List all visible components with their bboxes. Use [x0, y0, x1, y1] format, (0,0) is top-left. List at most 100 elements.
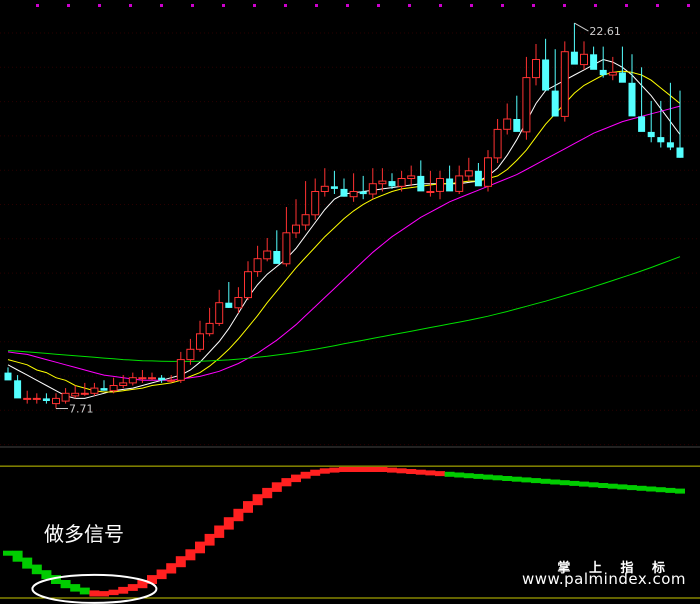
candle-body-up [426, 191, 435, 193]
candle-body-down [359, 191, 367, 195]
candle-body-down [551, 90, 559, 117]
indicator-bar [425, 470, 436, 476]
indicator-bar [319, 468, 330, 474]
top-dot [222, 4, 225, 7]
candle-body-down [657, 137, 665, 143]
candle-body-up [301, 214, 310, 226]
indicator-bar [223, 517, 234, 530]
indicator-bar [435, 471, 445, 477]
indicator-bar [118, 586, 129, 594]
indicator-bar [291, 474, 301, 483]
candle-body-down [388, 181, 396, 187]
candle-body-down [474, 170, 482, 187]
top-dot [377, 4, 380, 7]
candle-body-up [52, 397, 60, 405]
indicator-bar [444, 471, 455, 477]
indicator-bar [22, 557, 33, 569]
candle-body-up [397, 178, 406, 187]
candle-body-up [61, 392, 70, 402]
indicator-bar [348, 467, 359, 472]
candle-body-up [320, 185, 329, 193]
chart-background [0, 0, 700, 604]
top-dot [160, 4, 163, 7]
candle-body-up [503, 118, 512, 130]
indicator-bar [175, 556, 186, 568]
top-dot [253, 4, 256, 7]
candle-body-up [292, 224, 300, 234]
candle-body-up [119, 382, 128, 386]
indicator-bar [204, 533, 215, 546]
indicator-bar [627, 485, 637, 491]
candle-body-up [282, 232, 291, 265]
candle-body-up [378, 180, 387, 185]
candle-body-down [273, 251, 281, 264]
indicator-bar [31, 564, 42, 575]
top-dot [656, 4, 659, 7]
candle-body-down [225, 302, 233, 308]
candle-body-down [14, 380, 22, 399]
candle-body-up [196, 333, 204, 350]
candle-body-up [484, 157, 492, 187]
indicator-bar [89, 590, 100, 597]
indicator-bar [252, 494, 263, 506]
candle-body-up [234, 297, 243, 309]
indicator-bar [233, 508, 244, 522]
indicator-bar [339, 467, 349, 472]
indicator-bar [310, 469, 321, 476]
indicator-bar [521, 477, 532, 483]
top-dot [687, 4, 690, 7]
candle-body-up [167, 379, 176, 382]
indicator-bar [108, 589, 119, 596]
candle-body-down [446, 178, 454, 192]
candle-body-up [176, 359, 185, 381]
candle-body-up [493, 128, 502, 159]
candle-body-up [32, 397, 41, 400]
candle-body-up [244, 271, 252, 299]
indicator-bar [329, 467, 340, 473]
indicator-bar [377, 467, 388, 472]
indicator-bar [511, 476, 522, 482]
indicator-bar [166, 563, 177, 574]
candle-body-up [138, 377, 147, 380]
stock-chart: 22.61 7.71 [0, 0, 700, 604]
indicator-bar [79, 587, 90, 595]
candle-body-down [570, 51, 578, 65]
indicator-bar [598, 483, 609, 488]
top-dot [470, 4, 473, 7]
candle-body-down [676, 147, 684, 158]
indicator-bar [12, 550, 23, 562]
top-dot [67, 4, 70, 7]
candle-body-up [608, 71, 617, 76]
candle-body-up [253, 258, 262, 273]
candle-body-up [311, 191, 320, 216]
top-dot [532, 4, 535, 7]
indicator-bar [300, 471, 311, 479]
indicator-bar [569, 480, 580, 486]
indicator-bar [463, 473, 474, 479]
indicator-bar [358, 467, 369, 472]
indicator-bar [655, 487, 666, 493]
candle-body-up [455, 175, 464, 192]
candle-body-down [590, 54, 598, 70]
indicator-bar [271, 482, 282, 492]
candle-body-up [23, 397, 32, 400]
candle-body-up [205, 322, 214, 335]
candle-body-up [436, 178, 444, 192]
indicator-bar [156, 569, 167, 580]
candle-body-down [628, 82, 636, 117]
candle-body-up [71, 392, 80, 397]
indicator-bar [60, 580, 71, 589]
indicator-bar [502, 476, 513, 481]
top-dot [439, 4, 442, 7]
candle-body-up [580, 53, 588, 66]
candle-body-up [407, 175, 416, 179]
watermark-url: www.palmindex.com [521, 570, 686, 588]
candle-body-up [368, 183, 377, 195]
indicator-bar [675, 488, 685, 494]
indicator-bar [387, 467, 397, 473]
top-dot [98, 4, 101, 7]
indicator-bar [473, 473, 484, 479]
candle-body-up [349, 191, 358, 198]
top-dot [284, 4, 287, 7]
indicator-bar [415, 469, 426, 475]
